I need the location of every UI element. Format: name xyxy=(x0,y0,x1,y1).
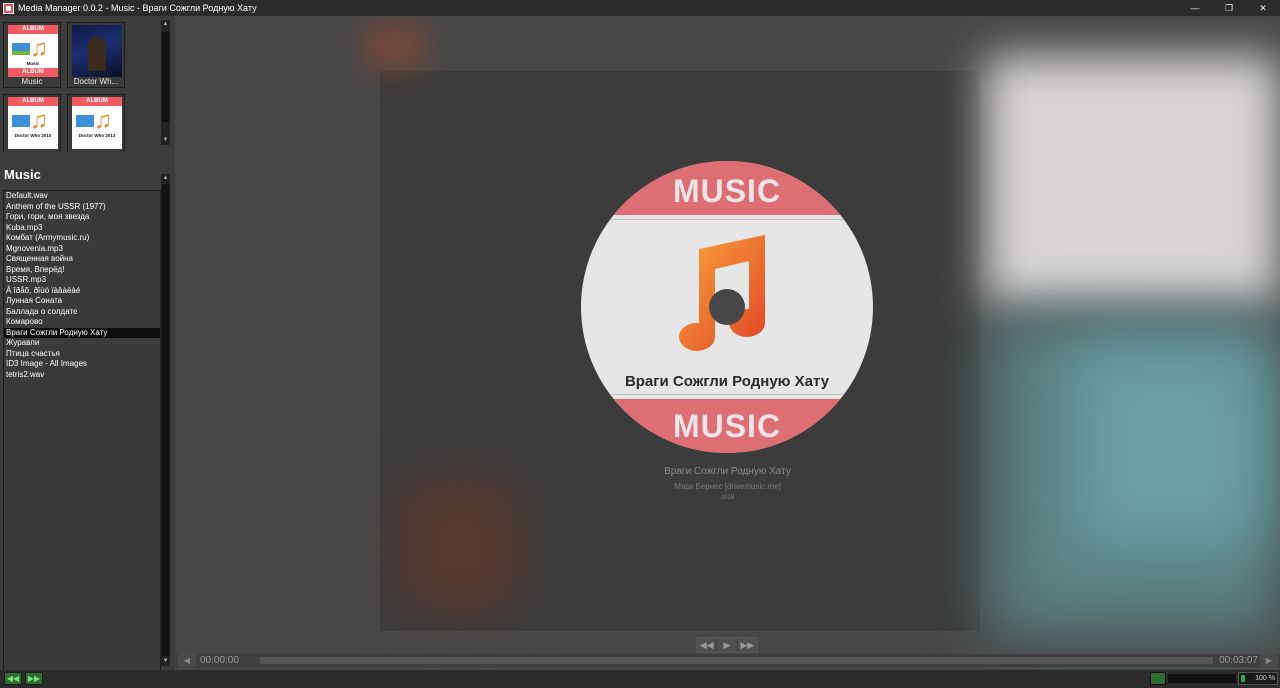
music-note-icon: ♫ xyxy=(94,107,112,134)
transport-controls: ◀◀ ▶ ▶▶ xyxy=(696,637,758,653)
album-band-bottom: ALBUM xyxy=(8,68,58,77)
volume-icon[interactable] xyxy=(1150,672,1166,685)
divider xyxy=(581,394,873,395)
volume-level-bar xyxy=(1241,675,1245,682)
seek-forward-arrow-icon[interactable]: ▶ xyxy=(1260,654,1278,667)
album-cover xyxy=(72,25,122,77)
track-list-item[interactable]: Птица счастья xyxy=(4,349,160,360)
now-playing-view: MUSIC Враги Сожгли Родную Хату MUSIC Вра… xyxy=(175,16,1280,670)
disc-title: Враги Сожгли Родную Хату xyxy=(624,373,830,390)
album-tile-doctor-who[interactable]: Doctor Wh... xyxy=(67,22,125,88)
track-list-item[interactable]: Священная война xyxy=(4,254,160,265)
seek-back-arrow-icon[interactable]: ◀ xyxy=(178,654,196,667)
disc-hole xyxy=(709,289,745,325)
divider xyxy=(581,219,873,220)
minimize-button[interactable]: — xyxy=(1178,0,1212,16)
music-note-icon: ♫ xyxy=(30,35,48,62)
album-caption: Doctor Wh... xyxy=(73,77,119,86)
album-landscape-image xyxy=(12,115,30,127)
track-list-scrollbar[interactable]: ▲ ▼ xyxy=(161,174,170,666)
track-list-item[interactable]: Комарово xyxy=(4,317,160,328)
track-list-item[interactable]: Гори, гори, моя звезда xyxy=(4,212,160,223)
previous-track-button[interactable]: ◀◀ xyxy=(4,672,22,685)
album-tile-music[interactable]: ALBUM ♫ Music ALBUM Music xyxy=(3,22,61,88)
left-panel: ALBUM ♫ Music ALBUM Music Doctor Wh... A… xyxy=(0,16,175,682)
elapsed-time: 00:00:00 xyxy=(200,655,239,666)
album-band-top: ALBUM xyxy=(8,97,58,106)
track-list-item[interactable]: Default.wav xyxy=(4,191,160,202)
album-tile-doctor-who-2013[interactable]: ALBUM ♫ Doctor Who 2013 xyxy=(67,94,125,152)
album-band-top: ALBUM xyxy=(72,97,122,106)
track-list-item[interactable]: Kuba.mp3 xyxy=(4,223,160,234)
disc-top-word: MUSIC xyxy=(672,173,782,209)
track-list-item[interactable]: tetris2.wav xyxy=(4,370,160,381)
volume-display: 100 % xyxy=(1238,672,1278,685)
track-list-item[interactable]: Anthem of the USSR (1977) xyxy=(4,202,160,213)
album-cover: ALBUM ♫ Doctor Who 2013 xyxy=(72,97,122,149)
next-track-button[interactable]: ▶▶ xyxy=(25,672,43,685)
background-blur xyxy=(405,486,515,606)
scroll-up-arrow-icon[interactable]: ▲ xyxy=(161,174,170,183)
disc-bottom-word: MUSIC xyxy=(672,408,782,444)
track-list-item[interactable]: Mgnovenia.mp3 xyxy=(4,244,160,255)
album-cover: ALBUM ♫ Music ALBUM xyxy=(8,25,58,77)
track-list-item[interactable]: Журавли xyxy=(4,338,160,349)
album-cover-label: Music xyxy=(26,61,40,66)
scroll-thumb[interactable] xyxy=(162,32,169,122)
seek-bar[interactable]: ◀ 00:00:00 00:03:07 ▶ xyxy=(175,654,1280,667)
background-blur xyxy=(1075,346,1265,546)
album-landscape-grass xyxy=(12,51,30,55)
album-cover-label: Doctor Who 2010 xyxy=(14,133,52,138)
scroll-down-arrow-icon[interactable]: ▼ xyxy=(161,657,170,666)
album-caption: Music xyxy=(21,77,43,86)
album-cover: ALBUM ♫ Doctor Who 2010 xyxy=(8,97,58,149)
track-list-item[interactable]: Баллада о солдате xyxy=(4,307,160,318)
close-button[interactable]: ✕ xyxy=(1246,0,1280,16)
album-tile-doctor-who-2010[interactable]: ALBUM ♫ Doctor Who 2010 xyxy=(3,94,61,152)
total-time: 00:03:07 xyxy=(1219,655,1258,666)
track-list-item[interactable]: Лунная Соната xyxy=(4,296,160,307)
background-blur xyxy=(365,26,425,66)
window-title: Media Manager 0.0.2 - Music - Враги Сожг… xyxy=(18,3,257,13)
section-title: Music xyxy=(4,167,41,182)
track-list-item[interactable]: Враги Сожгли Родную Хату xyxy=(4,327,160,338)
track-list-item[interactable]: Â îðåõ, ðîùó ïàâàëàé xyxy=(4,286,160,297)
now-playing-artist: Марк Бернес [drivemusic.me] xyxy=(674,482,781,491)
status-bar: ◀◀ ▶▶ 100 % xyxy=(0,670,1280,688)
title-bar: Media Manager 0.0.2 - Music - Враги Сожг… xyxy=(0,0,1280,16)
scroll-down-arrow-icon[interactable]: ▼ xyxy=(161,136,170,145)
now-playing-year: 2018 xyxy=(720,495,735,501)
track-list-item[interactable]: Время, Вперёд! xyxy=(4,265,160,276)
album-band-top: ALBUM xyxy=(8,25,58,34)
track-list-item[interactable]: ID3 Image - All Images xyxy=(4,359,160,370)
cover-figure xyxy=(88,37,106,71)
next-button[interactable]: ▶▶ xyxy=(737,638,757,652)
app-icon xyxy=(3,2,14,14)
track-list-item[interactable]: Комбат (Armymusic.ru) xyxy=(4,233,160,244)
album-grid-scrollbar[interactable]: ▲ ▼ xyxy=(161,20,170,145)
album-disc: MUSIC Враги Сожгли Родную Хату MUSIC xyxy=(581,161,873,453)
background-blur xyxy=(985,56,1280,306)
now-playing-title: Враги Сожгли Родную Хату xyxy=(664,466,791,477)
volume-slider[interactable] xyxy=(1168,674,1236,683)
seek-track[interactable] xyxy=(260,657,1213,664)
track-list-item[interactable]: USSR.mp3 xyxy=(4,275,160,286)
previous-button[interactable]: ◀◀ xyxy=(697,638,718,652)
play-button[interactable]: ▶ xyxy=(717,638,738,652)
album-landscape-image xyxy=(76,115,94,127)
scroll-thumb[interactable] xyxy=(162,184,169,656)
volume-label: 100 % xyxy=(1255,675,1275,682)
music-note-icon: ♫ xyxy=(30,107,48,134)
maximize-button[interactable]: ❐ xyxy=(1212,0,1246,16)
track-list: Default.wav Anthem of the USSR (1977) Гори… xyxy=(3,190,161,682)
scroll-up-arrow-icon[interactable]: ▲ xyxy=(161,20,170,29)
album-cover-label: Doctor Who 2013 xyxy=(78,133,116,138)
window-controls: — ❐ ✕ xyxy=(1178,0,1280,16)
album-grid: ALBUM ♫ Music ALBUM Music Doctor Wh... A… xyxy=(3,22,161,152)
